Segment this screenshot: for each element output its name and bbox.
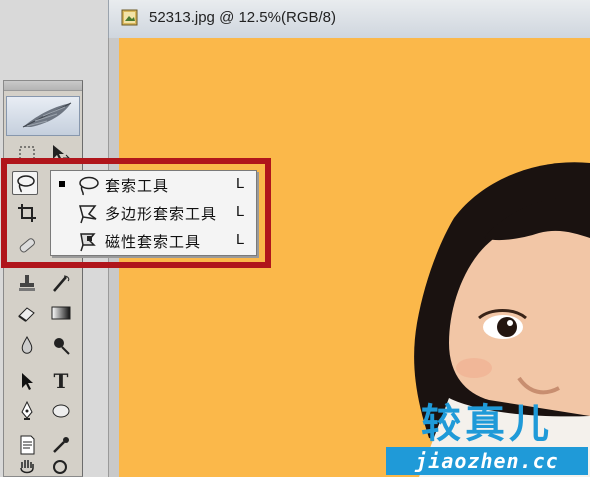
pen-tool[interactable] bbox=[14, 399, 40, 423]
menu-item-label: 套索工具 bbox=[105, 177, 170, 195]
notes-tool[interactable] bbox=[14, 433, 40, 457]
selected-bullet-icon bbox=[59, 181, 65, 187]
toolbox-panel: T bbox=[3, 80, 83, 477]
eyedropper-tool[interactable] bbox=[48, 433, 74, 457]
blur-tool[interactable] bbox=[14, 333, 40, 357]
watermark-title: 较真儿 bbox=[421, 401, 553, 447]
menu-item-shortcut: L bbox=[236, 231, 245, 248]
zoom-tool[interactable] bbox=[48, 459, 74, 477]
watermark-url: jiaozhen.cc bbox=[386, 447, 588, 475]
toolbox-grip[interactable] bbox=[4, 81, 82, 91]
menu-item-shortcut: L bbox=[236, 203, 245, 220]
magnetic-lasso-icon bbox=[75, 230, 101, 252]
photoshop-feather-logo[interactable] bbox=[6, 96, 80, 136]
document-title: 52313.jpg @ 12.5%(RGB/8) bbox=[149, 9, 336, 26]
menu-item-lasso[interactable]: 套索工具 L bbox=[51, 172, 256, 198]
shape-tool[interactable] bbox=[48, 399, 74, 423]
hand-tool[interactable] bbox=[14, 459, 40, 477]
watermark-title-box: 较真儿 bbox=[386, 397, 588, 449]
menu-item-label: 多边形套索工具 bbox=[105, 205, 218, 223]
jiaozhen-watermark: 较真儿 jiaozhen.cc bbox=[386, 397, 588, 477]
photoshop-doc-icon bbox=[121, 9, 138, 26]
history-brush-tool[interactable] bbox=[48, 271, 74, 295]
menu-item-polygonal-lasso[interactable]: 多边形套索工具 L bbox=[51, 200, 256, 226]
menu-item-magnetic-lasso[interactable]: 磁性套索工具 L bbox=[51, 228, 256, 254]
lasso-icon bbox=[75, 174, 101, 196]
type-icon: T bbox=[53, 369, 69, 393]
lasso-tool-flyout-menu: 套索工具 L 多边形套索工具 L 磁性套索工具 L bbox=[50, 170, 257, 256]
burn-tool[interactable] bbox=[48, 333, 74, 357]
type-tool[interactable]: T bbox=[48, 369, 74, 393]
polygonal-lasso-icon bbox=[75, 202, 101, 224]
eraser-tool[interactable] bbox=[14, 301, 40, 325]
gradient-tool[interactable] bbox=[48, 301, 74, 325]
path-selection-tool[interactable] bbox=[14, 369, 40, 393]
menu-item-label: 磁性套索工具 bbox=[105, 233, 202, 251]
clone-stamp-tool[interactable] bbox=[14, 271, 40, 295]
menu-item-shortcut: L bbox=[236, 175, 245, 192]
document-titlebar[interactable]: 52313.jpg @ 12.5%(RGB/8) bbox=[108, 0, 590, 38]
